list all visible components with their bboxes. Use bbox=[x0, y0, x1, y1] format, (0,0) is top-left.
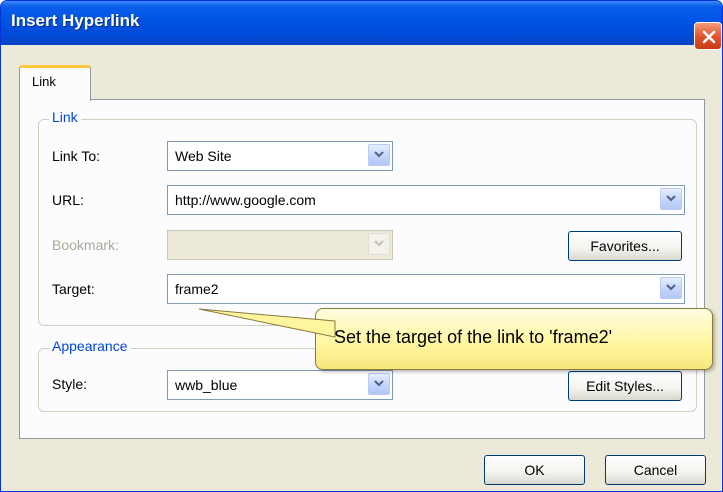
style-label: Style: bbox=[52, 376, 88, 392]
edit-styles-button-label: Edit Styles... bbox=[586, 378, 664, 394]
style-dropdown-button[interactable] bbox=[368, 373, 390, 395]
ok-button-label: OK bbox=[524, 462, 545, 478]
chevron-down-icon bbox=[374, 380, 384, 387]
cancel-button[interactable]: Cancel bbox=[605, 455, 706, 485]
cancel-button-label: Cancel bbox=[633, 462, 678, 478]
bookmark-label: Bookmark: bbox=[52, 237, 119, 253]
appearance-group-legend: Appearance bbox=[49, 338, 131, 354]
window-title: Insert Hyperlink bbox=[11, 11, 140, 30]
chevron-down-icon bbox=[666, 284, 676, 291]
insert-hyperlink-dialog: Insert Hyperlink Link Link Link To: Web … bbox=[0, 0, 723, 492]
chevron-down-icon bbox=[666, 195, 676, 202]
edit-styles-button[interactable]: Edit Styles... bbox=[568, 371, 682, 401]
link-to-value: Web Site bbox=[175, 148, 232, 164]
url-combobox[interactable]: http://www.google.com bbox=[167, 185, 685, 215]
bookmark-combobox[interactable] bbox=[167, 230, 393, 260]
style-combobox[interactable]: wwb_blue bbox=[167, 370, 393, 400]
url-label: URL: bbox=[52, 192, 84, 208]
tab-link[interactable]: Link bbox=[19, 65, 91, 101]
style-value: wwb_blue bbox=[175, 377, 238, 393]
title-bar[interactable]: Insert Hyperlink bbox=[1, 1, 722, 50]
favorites-button[interactable]: Favorites... bbox=[568, 231, 682, 261]
callout-text: Set the target of the link to 'frame2' bbox=[334, 327, 613, 347]
target-value: frame2 bbox=[175, 281, 219, 297]
bookmark-dropdown-button[interactable] bbox=[368, 233, 390, 255]
target-label: Target: bbox=[52, 281, 95, 297]
callout-pointer bbox=[198, 308, 336, 338]
favorites-button-label: Favorites... bbox=[590, 238, 660, 254]
link-to-combobox[interactable]: Web Site bbox=[167, 141, 393, 171]
close-icon bbox=[702, 30, 716, 44]
url-value: http://www.google.com bbox=[175, 192, 316, 208]
chevron-down-icon bbox=[374, 151, 384, 158]
tab-link-label: Link bbox=[32, 74, 56, 89]
ok-button[interactable]: OK bbox=[484, 455, 585, 485]
chevron-down-icon bbox=[374, 240, 384, 247]
link-to-label: Link To: bbox=[52, 148, 100, 164]
url-dropdown-button[interactable] bbox=[660, 188, 682, 210]
target-combobox[interactable]: frame2 bbox=[167, 274, 685, 304]
close-button[interactable] bbox=[694, 22, 722, 50]
link-group-legend: Link bbox=[49, 109, 81, 125]
target-dropdown-button[interactable] bbox=[660, 277, 682, 299]
link-to-dropdown-button[interactable] bbox=[368, 144, 390, 166]
tutorial-callout: Set the target of the link to 'frame2' bbox=[315, 308, 713, 370]
